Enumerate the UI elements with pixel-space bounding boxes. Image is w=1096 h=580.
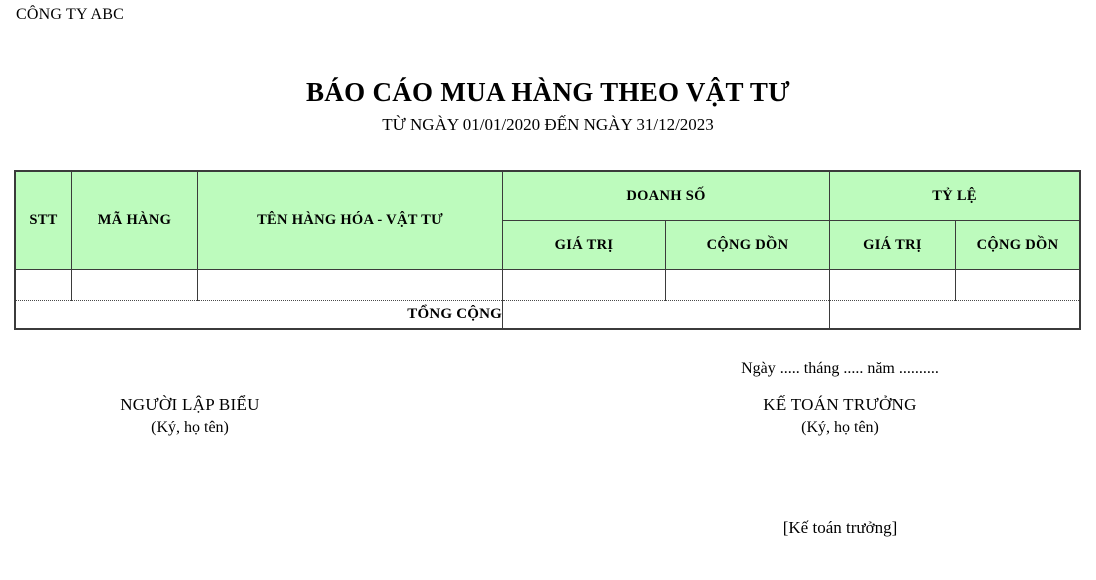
title-block: BÁO CÁO MUA HÀNG THEO VẬT TƯ TỪ NGÀY 01/… [0,77,1096,134]
column-header-doanh-so-cong-don: CỘNG DỒN [665,220,830,270]
column-group-header-doanh-so: DOANH SỐ [502,171,830,221]
total-doanh-so-value[interactable] [502,300,830,329]
table-body: TỔNG CỘNG [15,269,1080,329]
column-header-ma-hang: MÃ HÀNG [71,171,198,270]
signature-area: Ngày ..... tháng ..... năm .......... NG… [0,352,1096,462]
page-title: BÁO CÁO MUA HÀNG THEO VẬT TƯ [306,77,790,107]
total-row-label: TỔNG CỘNG [15,300,503,329]
signature-block-preparer: NGƯỜI LẬP BIỂU (Ký, họ tên) [20,394,360,438]
column-header-ty-le-gia-tri: GIÁ TRỊ [829,220,956,270]
table-header: STT MÃ HÀNG TÊN HÀNG HÓA - VẬT TƯ DOANH … [15,171,1080,270]
column-header-doanh-so-gia-tri: GIÁ TRỊ [502,220,666,270]
footer-note: [Kế toán trưởng] [782,518,898,537]
page-subtitle-date-range: TỪ NGÀY 01/01/2020 ĐẾN NGÀY 31/12/2023 [382,114,714,134]
cell-ten-hang[interactable] [197,269,503,301]
cell-ty-le-gia-tri[interactable] [829,269,956,301]
signature-role-preparer: NGƯỜI LẬP BIỂU [120,395,260,414]
cell-ma-hang[interactable] [71,269,198,301]
company-name: CÔNG TY ABC [16,6,124,23]
signature-note-chief-accountant: (Ký, họ tên) [801,419,879,437]
total-ty-le-value[interactable] [829,300,1080,329]
column-header-ten-hang-hoa-vat-tu: TÊN HÀNG HÓA - VẬT TƯ [197,171,503,270]
cell-doanh-so-gia-tri[interactable] [502,269,666,301]
signature-note-preparer: (Ký, họ tên) [151,419,229,437]
signature-date-line: Ngày ..... tháng ..... năm .......... [741,360,939,377]
report-table: STT MÃ HÀNG TÊN HÀNG HÓA - VẬT TƯ DOANH … [14,170,1081,330]
cell-stt[interactable] [15,269,72,301]
column-header-stt: STT [15,171,72,270]
table-total-row: TỔNG CỘNG [15,300,1080,329]
cell-doanh-so-cong-don[interactable] [665,269,830,301]
column-group-header-ty-le: TỶ LỆ [829,171,1080,221]
table-row[interactable] [15,269,1080,301]
cell-ty-le-cong-don[interactable] [955,269,1080,301]
report-table-container: STT MÃ HÀNG TÊN HÀNG HÓA - VẬT TƯ DOANH … [14,170,1081,330]
column-header-ty-le-cong-don: CỘNG DỒN [955,220,1080,270]
signature-role-chief-accountant: KẾ TOÁN TRƯỞNG [763,395,917,414]
table-header-row-top: STT MÃ HÀNG TÊN HÀNG HÓA - VẬT TƯ DOANH … [15,171,1080,270]
signature-block-chief-accountant: KẾ TOÁN TRƯỞNG (Ký, họ tên) [640,394,1040,438]
